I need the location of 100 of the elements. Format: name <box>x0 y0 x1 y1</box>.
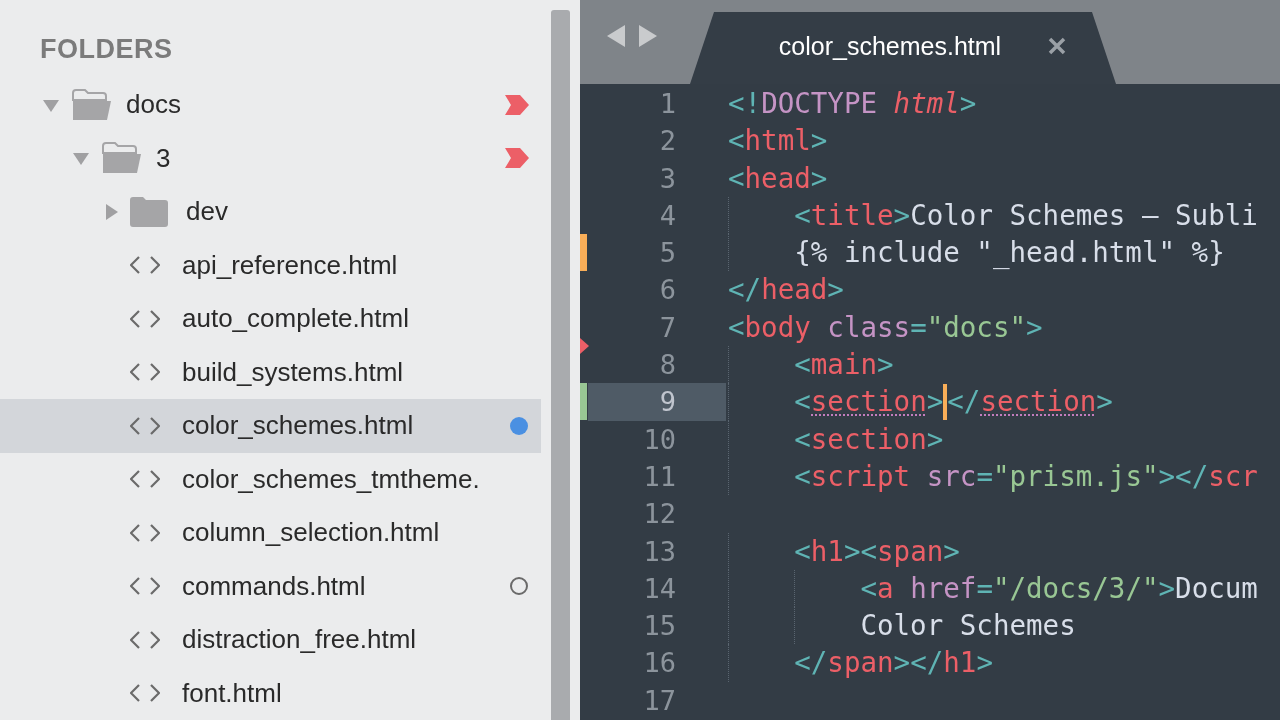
line-number: 7 <box>658 310 677 345</box>
folder-icon <box>130 196 168 227</box>
file-row[interactable]: color_schemes.html <box>0 399 541 453</box>
code-token: </ <box>947 384 981 420</box>
file-row[interactable]: font.html <box>0 666 541 720</box>
line-number: 13 <box>642 534 677 569</box>
code-token: head <box>761 272 828 308</box>
code-token: < <box>859 570 877 606</box>
line-number: 17 <box>642 683 677 718</box>
code-token: "docs" <box>926 309 1027 345</box>
code-token: < <box>793 384 811 420</box>
code-token: scr <box>1208 458 1258 494</box>
code-token: < <box>793 197 811 233</box>
file-row[interactable]: column_selection.html <box>0 506 541 560</box>
folder-name: docs <box>126 89 181 121</box>
code-token: class <box>826 309 911 345</box>
code-icon <box>130 577 160 596</box>
code-token: Docum <box>1175 570 1258 606</box>
folder-name: dev <box>186 196 228 228</box>
code-icon <box>130 523 160 542</box>
code-token: a <box>877 570 894 606</box>
code-token: Color Schemes – Subli <box>910 197 1258 233</box>
folder-row[interactable]: 3 <box>0 131 541 185</box>
line-number: 14 <box>642 571 677 606</box>
code-token: < <box>793 421 811 457</box>
forward-button[interactable] <box>638 24 658 48</box>
file-row[interactable]: commands.html <box>0 559 541 613</box>
file-name: build_systems.html <box>182 356 404 388</box>
close-button[interactable] <box>1047 36 1068 56</box>
file-name: api_reference.html <box>182 249 398 281</box>
scrollbar[interactable] <box>551 10 570 720</box>
code-token: body <box>744 309 811 345</box>
code-token: <! <box>728 86 762 121</box>
code-token: title <box>810 197 894 233</box>
forward-arrow-icon <box>638 24 658 48</box>
file-row[interactable]: distraction_free.html <box>0 613 541 667</box>
code-icon <box>130 416 160 435</box>
code-token: = <box>976 458 993 494</box>
code-token: > <box>877 347 894 383</box>
file-name: auto_complete.html <box>182 303 409 335</box>
code-token: {% include "_head.html" %} <box>793 235 1225 271</box>
file-name: color_schemes.html <box>182 410 414 442</box>
code-token: DOCTYPE <box>761 86 878 121</box>
code-token: "/docs/3/" <box>992 570 1159 606</box>
line-number: 16 <box>642 646 677 681</box>
code-token: head <box>744 160 811 196</box>
code-token: src <box>925 458 977 494</box>
code-token: < <box>793 458 811 494</box>
file-name: font.html <box>182 677 282 709</box>
code-token: < <box>728 309 745 345</box>
code-token: > <box>926 421 944 457</box>
line-number: 8 <box>658 348 677 383</box>
code-token: > <box>893 197 911 233</box>
code-token: h1 <box>943 645 977 681</box>
code-token: script <box>810 458 911 494</box>
line-number: 10 <box>642 422 677 457</box>
close-icon <box>1047 36 1068 56</box>
line-number: 11 <box>642 459 677 494</box>
folder-name: 3 <box>156 142 171 174</box>
file-name: column_selection.html <box>182 517 440 549</box>
file-name: distraction_free.html <box>182 624 417 656</box>
code-token: > <box>1026 309 1043 345</box>
code-token: </ <box>728 272 762 308</box>
code-token: >< <box>843 533 878 569</box>
code-token: > <box>827 272 844 308</box>
file-row[interactable]: auto_complete.html <box>0 292 541 346</box>
code-token: > <box>1158 570 1176 606</box>
code-token: < <box>793 533 811 569</box>
code-token: </ <box>793 645 828 681</box>
code-icon <box>130 470 160 489</box>
line-number: 15 <box>642 609 677 644</box>
line-number: 3 <box>658 161 677 196</box>
file-row[interactable]: color_schemes_tmtheme. <box>0 452 541 506</box>
code-token: ></ <box>893 645 944 681</box>
code-token: = <box>976 570 993 606</box>
code-token: "prism.js" <box>992 458 1159 494</box>
code-icon <box>130 309 160 328</box>
open-folder-icon <box>100 142 142 175</box>
code-token: html <box>744 123 811 159</box>
line-number: 6 <box>658 273 677 308</box>
line-number: 4 <box>658 198 677 233</box>
line-number: 9 <box>588 383 726 421</box>
editor-tab[interactable]: color_schemes.html <box>690 12 1116 84</box>
line-number: 1 <box>658 87 677 121</box>
line-number: 12 <box>642 497 677 532</box>
code-token: > <box>976 645 993 681</box>
back-button[interactable] <box>606 24 626 48</box>
folder-row[interactable]: dev <box>0 185 541 239</box>
file-name: commands.html <box>182 570 366 602</box>
code-token: main <box>810 347 878 383</box>
code-token: html <box>892 86 960 121</box>
code-token: h1 <box>810 533 844 569</box>
code-token: ></ <box>1158 458 1209 494</box>
file-row[interactable]: api_reference.html <box>0 238 541 292</box>
code-token: > <box>959 86 977 121</box>
code-token: > <box>810 160 828 196</box>
folder-row[interactable]: docs <box>0 78 541 132</box>
file-row[interactable]: build_systems.html <box>0 345 541 399</box>
code-token: Color Schemes <box>859 608 1076 644</box>
code-token: span <box>827 645 894 681</box>
